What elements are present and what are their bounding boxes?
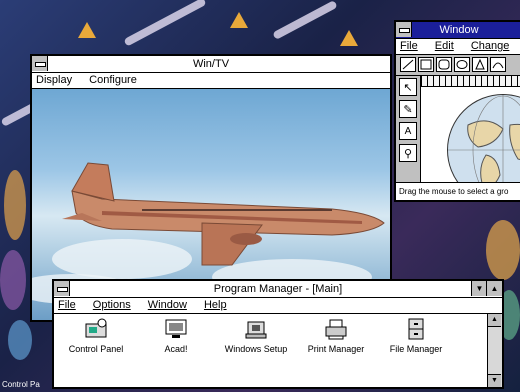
wallpaper-shape (4, 170, 26, 240)
zoom-tool-icon[interactable]: ⚲ (399, 144, 417, 162)
paint-status-bar: Drag the mouse to select a gro (396, 182, 520, 200)
paint-system-menu-button[interactable] (396, 22, 412, 37)
progman-system-menu-button[interactable] (54, 281, 70, 296)
progman-menubar: File Options Window Help (54, 298, 502, 314)
program-manager-window[interactable]: Program Manager - [Main] ▼ ▲ File Option… (52, 279, 504, 389)
progman-vertical-scrollbar[interactable]: ▲ ▼ (487, 314, 502, 387)
rounded-rect-tool-icon[interactable] (436, 57, 452, 72)
paint-titlebar[interactable]: Window (396, 22, 520, 39)
horizontal-ruler (421, 76, 520, 87)
menu-change[interactable]: Change (471, 40, 510, 52)
menu-help[interactable]: Help (204, 299, 227, 311)
program-item-label: File Manager (389, 344, 443, 354)
setup-icon (244, 318, 268, 340)
file-cabinet-icon (404, 318, 428, 340)
program-item-windows-setup[interactable]: Windows Setup (216, 318, 296, 354)
wallpaper-shape (0, 250, 26, 310)
globe-drawing (447, 94, 520, 182)
printer-icon (324, 318, 348, 340)
curve-tool-icon[interactable] (490, 57, 506, 72)
wallpaper-triangle (340, 30, 358, 46)
scroll-up-arrow[interactable]: ▲ (488, 314, 501, 327)
wintv-title: Win/TV (192, 58, 230, 70)
menu-file[interactable]: File (58, 299, 76, 311)
program-item-acad[interactable]: Acad! (136, 318, 216, 354)
polygon-tool-icon[interactable] (472, 57, 488, 72)
wallpaper-shape (486, 220, 520, 280)
menu-options[interactable]: Options (93, 299, 131, 311)
rectangle-tool-icon[interactable] (418, 57, 434, 72)
program-item-label: Control Panel (68, 344, 124, 354)
monitor-icon (164, 318, 188, 340)
line-tool-icon[interactable] (400, 57, 416, 72)
progman-titlebar[interactable]: Program Manager - [Main] ▼ ▲ (54, 281, 502, 298)
menu-display[interactable]: Display (36, 74, 72, 86)
wallpaper-triangle (78, 22, 96, 38)
program-item-print-manager[interactable]: Print Manager (296, 318, 376, 354)
wallpaper-streak (123, 0, 207, 47)
desktop-icon-label[interactable]: Control Pa (2, 380, 40, 389)
program-item-label: Acad! (164, 344, 188, 354)
maximize-button[interactable]: ▲ (486, 281, 502, 296)
progman-title: Program Manager - [Main] (213, 283, 343, 295)
menu-file[interactable]: File (400, 40, 418, 52)
pointer-tool-icon[interactable]: ↖ (399, 78, 417, 96)
paint-toolbox: ↖ ✎ A ⚲ (396, 76, 421, 182)
wallpaper-triangle (230, 12, 248, 28)
scroll-down-arrow[interactable]: ▼ (488, 374, 501, 387)
wintv-menubar: Display Configure (32, 73, 390, 89)
paint-window[interactable]: Window File Edit Change ↖ ✎ A ⚲ Drag the… (394, 20, 520, 202)
menu-configure[interactable]: Configure (89, 74, 137, 86)
text-tool-icon[interactable]: A (399, 122, 417, 140)
wintv-titlebar[interactable]: Win/TV (32, 56, 390, 73)
paint-canvas[interactable] (421, 76, 520, 182)
paint-menubar: File Edit Change (396, 39, 520, 55)
program-item-label: Windows Setup (224, 344, 288, 354)
wintv-system-menu-button[interactable] (32, 56, 48, 71)
minimize-button[interactable]: ▼ (471, 281, 487, 296)
program-group-main: Control Panel Acad! Windows Setup Print … (54, 314, 488, 387)
control-panel-icon (84, 318, 108, 340)
shape-toolbar (396, 55, 520, 76)
menu-window[interactable]: Window (148, 299, 187, 311)
ellipse-tool-icon[interactable] (454, 57, 470, 72)
pencil-tool-icon[interactable]: ✎ (399, 100, 417, 118)
wallpaper-shape (8, 320, 32, 360)
program-item-label: Print Manager (307, 344, 365, 354)
paint-title: Window (439, 24, 479, 36)
program-item-control-panel[interactable]: Control Panel (56, 318, 136, 354)
program-item-file-manager[interactable]: File Manager (376, 318, 456, 354)
wallpaper-streak (272, 0, 338, 40)
menu-edit[interactable]: Edit (435, 40, 454, 52)
